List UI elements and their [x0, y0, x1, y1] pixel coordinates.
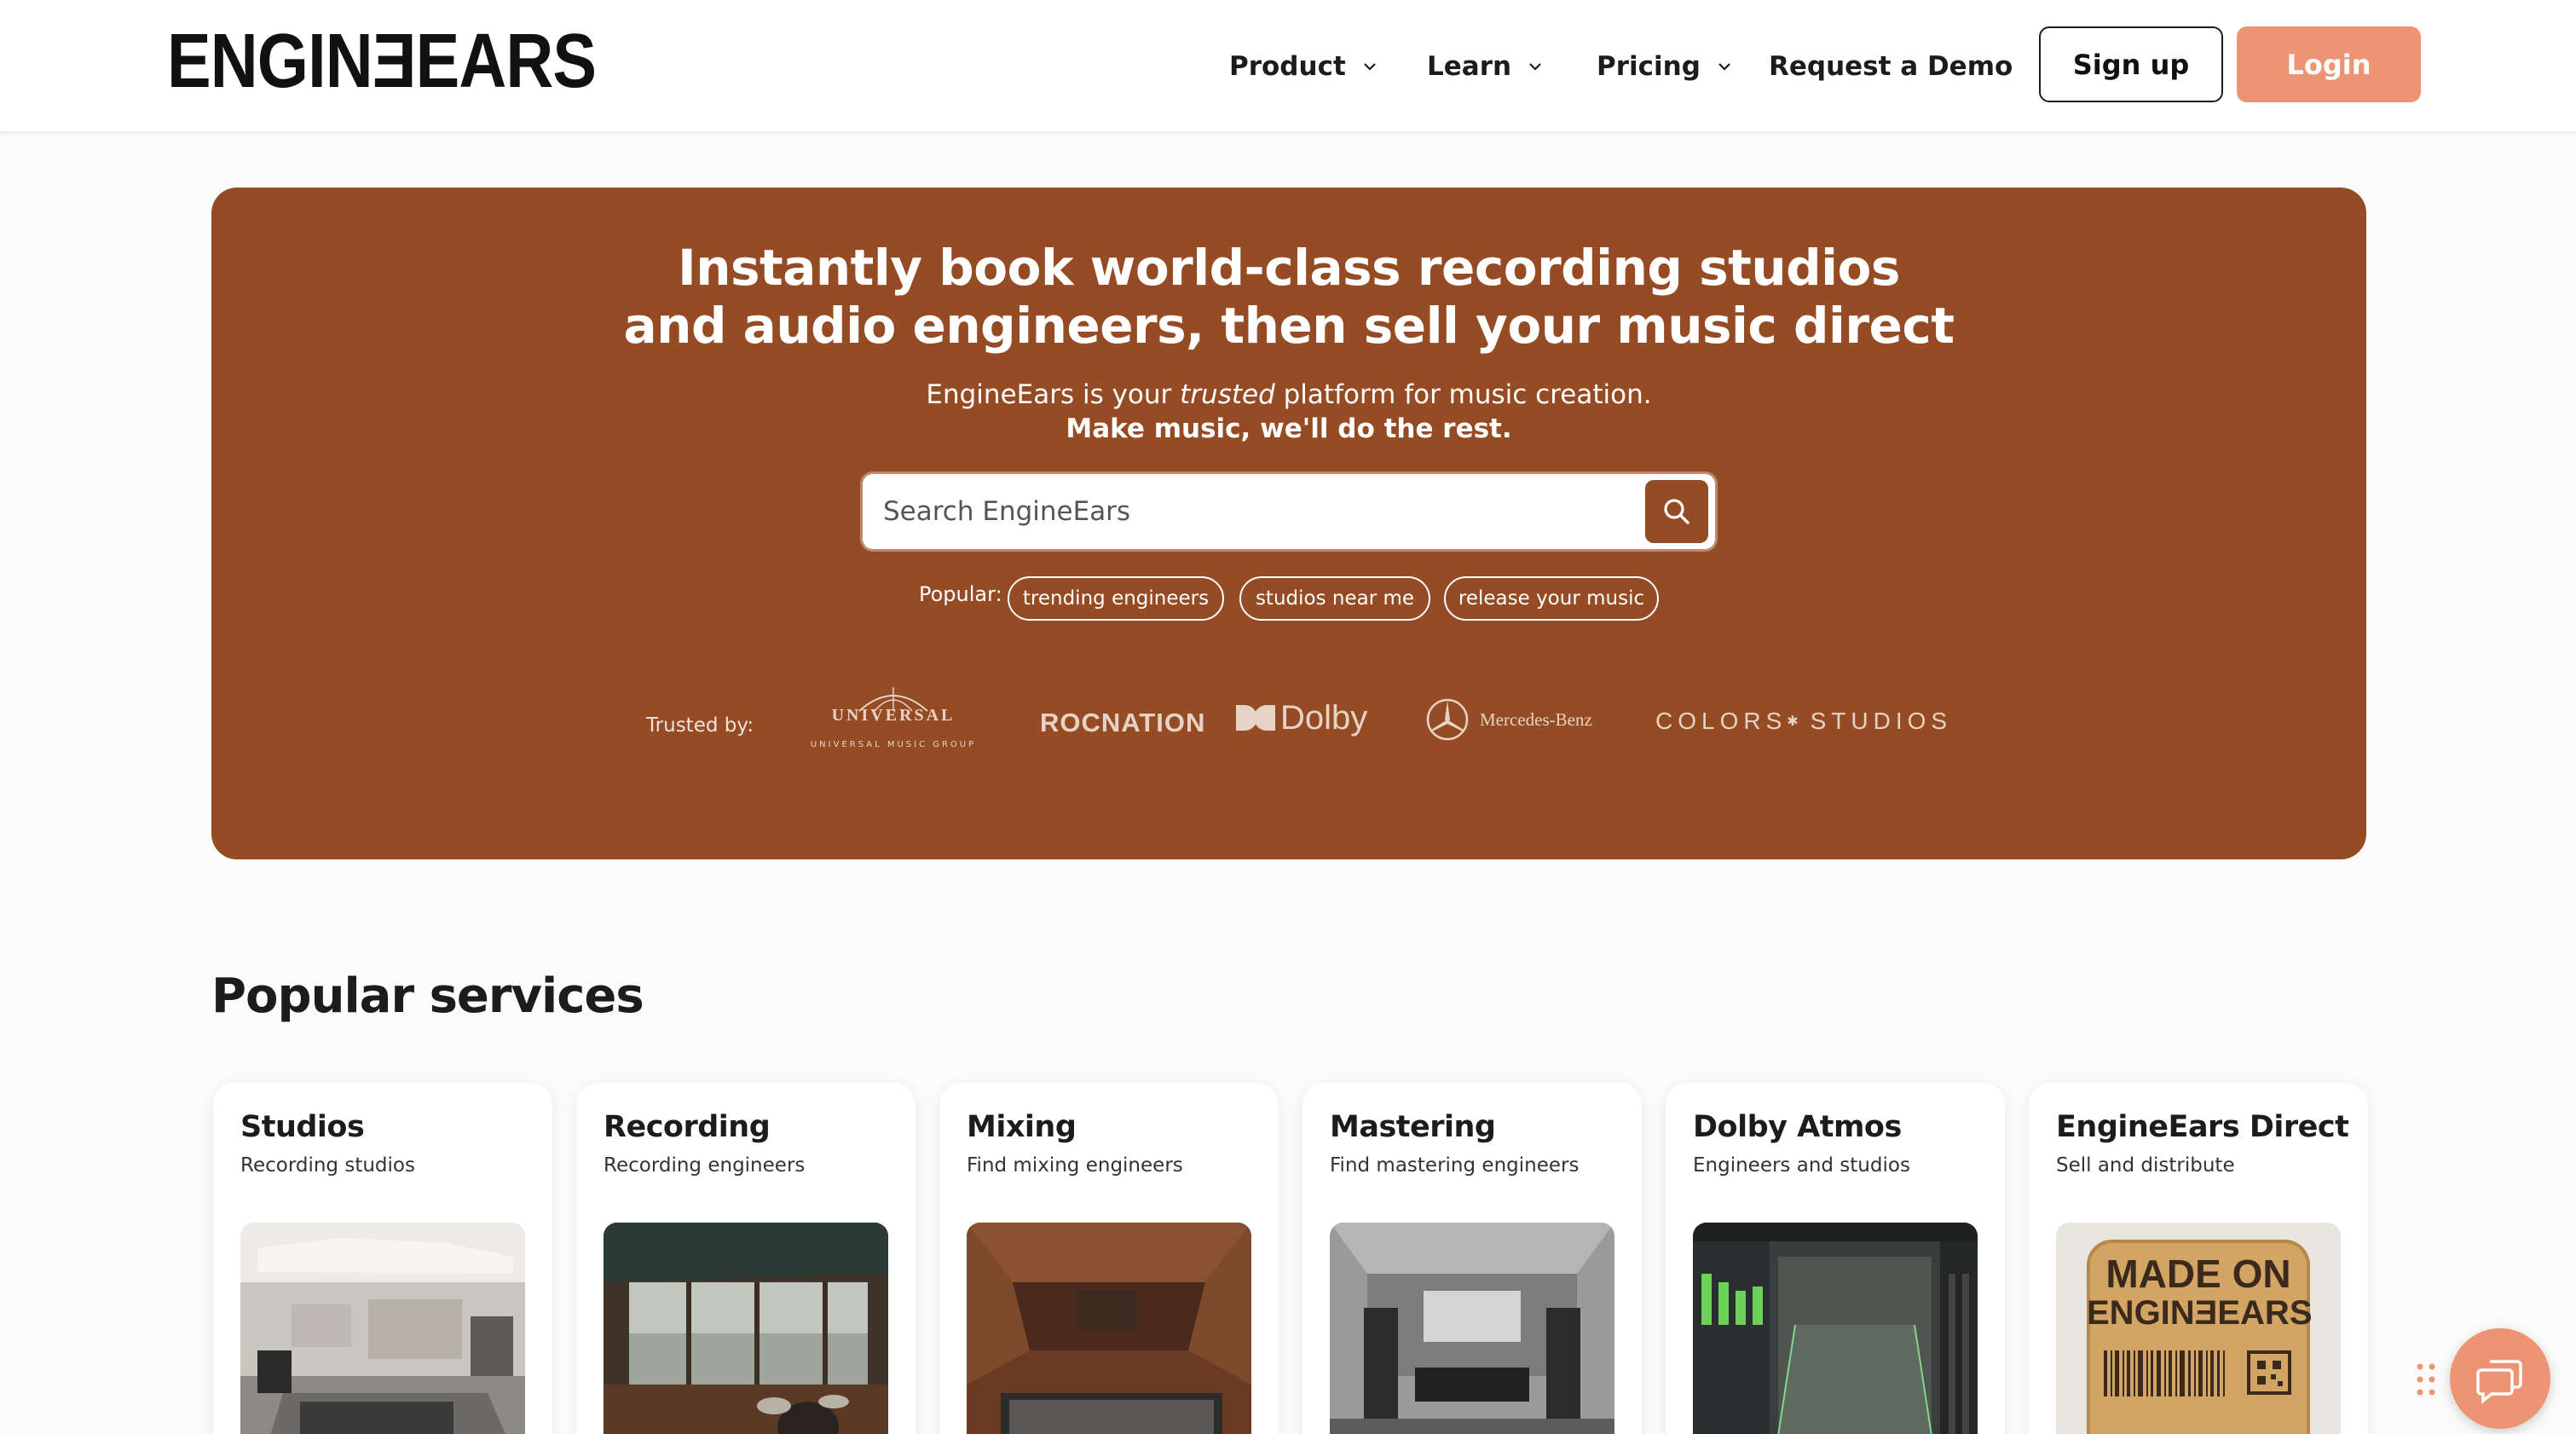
hero-subtitle-after: platform for music creation. [1283, 379, 1652, 410]
service-card-studios[interactable]: Studios Recording studios [213, 1083, 552, 1434]
chat-button[interactable] [2450, 1328, 2550, 1429]
mercedes-logo: Mercedes-Benz [1425, 696, 1592, 743]
dolby-atmos-software-screenshot [1693, 1223, 1978, 1434]
mercedes-wordmark: Mercedes-Benz [1480, 708, 1592, 730]
card-title: Mastering [1330, 1110, 1496, 1144]
chip-studios-near-me[interactable]: studios near me [1239, 576, 1430, 621]
card-title: Studios [240, 1110, 365, 1144]
hero-subtitle: EngineEars is your trusted platform for … [211, 377, 2366, 413]
badge-line-1: MADE ON [2105, 1252, 2291, 1296]
chevron-down-icon [1529, 63, 1541, 71]
hero-title-line-1: Instantly book world-class recording stu… [678, 239, 1900, 297]
login-button[interactable]: Login [2237, 26, 2421, 102]
signup-button[interactable]: Sign up [2039, 26, 2223, 102]
trusted-by-label: Trusted by: [646, 714, 754, 737]
mixing-room-photo [967, 1223, 1251, 1434]
card-subtitle: Find mastering engineers [1330, 1154, 1580, 1177]
studio-photo [240, 1223, 525, 1434]
service-card-dolby-atmos[interactable]: Dolby Atmos Engineers and studios [1666, 1083, 2005, 1434]
card-title: Recording [604, 1110, 771, 1144]
card-title: Mixing [967, 1110, 1077, 1144]
studios-wordmark: STUDIOS [1810, 708, 1953, 734]
chevron-down-icon [1718, 63, 1730, 71]
rocnation-logo: ROCNATION [1040, 708, 1206, 737]
card-subtitle: Sell and distribute [2056, 1154, 2235, 1177]
card-subtitle: Recording studios [240, 1154, 415, 1177]
mercedes-star-icon [1426, 698, 1469, 741]
nav-request-demo-label: Request a Demo [1769, 51, 2013, 82]
service-card-mastering[interactable]: Mastering Find mastering engineers [1302, 1083, 1642, 1434]
made-on-engineears-badge-image: MADE ON ENGINƎEARS [2056, 1223, 2341, 1434]
dolby-double-d-icon [1236, 705, 1275, 731]
service-card-mixing[interactable]: Mixing Find mixing engineers [939, 1083, 1279, 1434]
nav-pricing-label: Pricing [1597, 51, 1701, 82]
search-input[interactable] [883, 474, 1633, 549]
badge-line-2: ENGINƎEARS [2087, 1294, 2313, 1332]
nav-request-demo[interactable]: Request a Demo [1769, 43, 2013, 90]
universal-subtitle: UNIVERSAL MUSIC GROUP [810, 740, 977, 749]
nav-learn[interactable]: Learn [1427, 43, 1544, 90]
hero-banner: Instantly book world-class recording stu… [211, 188, 2366, 859]
search-bar [863, 474, 1715, 549]
engineears-logo[interactable]: ENGINƎEARS [167, 23, 597, 100]
dolby-logo: Dolby [1234, 699, 1367, 737]
card-subtitle: Find mixing engineers [967, 1154, 1183, 1177]
card-subtitle: Recording engineers [604, 1154, 806, 1177]
hero-title-line-2: and audio engineers, then sell your musi… [623, 297, 1955, 355]
asterisk-icon: ✱ [1787, 714, 1804, 729]
barcode-icon [2104, 1350, 2291, 1396]
chat-bubble-icon [2476, 1360, 2522, 1404]
chip-release-your-music[interactable]: release your music [1444, 576, 1659, 621]
popular-label: Popular: [919, 582, 1002, 606]
hero-subtitle-before: EngineEars is your [926, 379, 1172, 410]
nav-learn-label: Learn [1427, 51, 1512, 82]
dolby-wordmark: Dolby [1280, 698, 1368, 737]
nav-product[interactable]: Product [1229, 43, 1378, 90]
service-card-recording[interactable]: Recording Recording engineers [576, 1083, 915, 1434]
mastering-room-photo [1330, 1223, 1614, 1434]
nav-pricing[interactable]: Pricing [1597, 43, 1733, 90]
hero-subtitle-emphasis: trusted [1180, 379, 1275, 410]
top-nav-bar: ENGINƎEARS Product Learn Pricing Request… [0, 0, 2576, 133]
chip-trending-engineers[interactable]: trending engineers [1008, 576, 1224, 621]
card-title: EngineEars Direct [2056, 1110, 2349, 1144]
search-button[interactable] [1645, 480, 1708, 543]
card-title: Dolby Atmos [1693, 1110, 1902, 1144]
search-icon [1664, 499, 1689, 524]
card-subtitle: Engineers and studios [1693, 1154, 1910, 1177]
universal-logo: UNIVERSAL UNIVERSAL MUSIC GROUP [800, 685, 987, 762]
colors-studios-logo: COLORS ✱ STUDIOS [1655, 708, 1952, 735]
hero-tagline: Make music, we'll do the rest. [1066, 413, 1512, 444]
hero-title: Instantly book world-class recording stu… [211, 239, 2366, 355]
service-card-engineears-direct[interactable]: EngineEars Direct Sell and distribute MA… [2029, 1083, 2368, 1434]
colors-wordmark: COLORS [1655, 708, 1788, 734]
recording-room-photo [604, 1223, 888, 1434]
chevron-down-icon [1363, 63, 1376, 71]
universal-wordmark: UNIVERSAL [831, 706, 956, 725]
nav-product-label: Product [1229, 51, 1346, 82]
drag-handle-icon[interactable] [2416, 1362, 2436, 1396]
popular-services-title: Popular services [211, 969, 644, 1024]
